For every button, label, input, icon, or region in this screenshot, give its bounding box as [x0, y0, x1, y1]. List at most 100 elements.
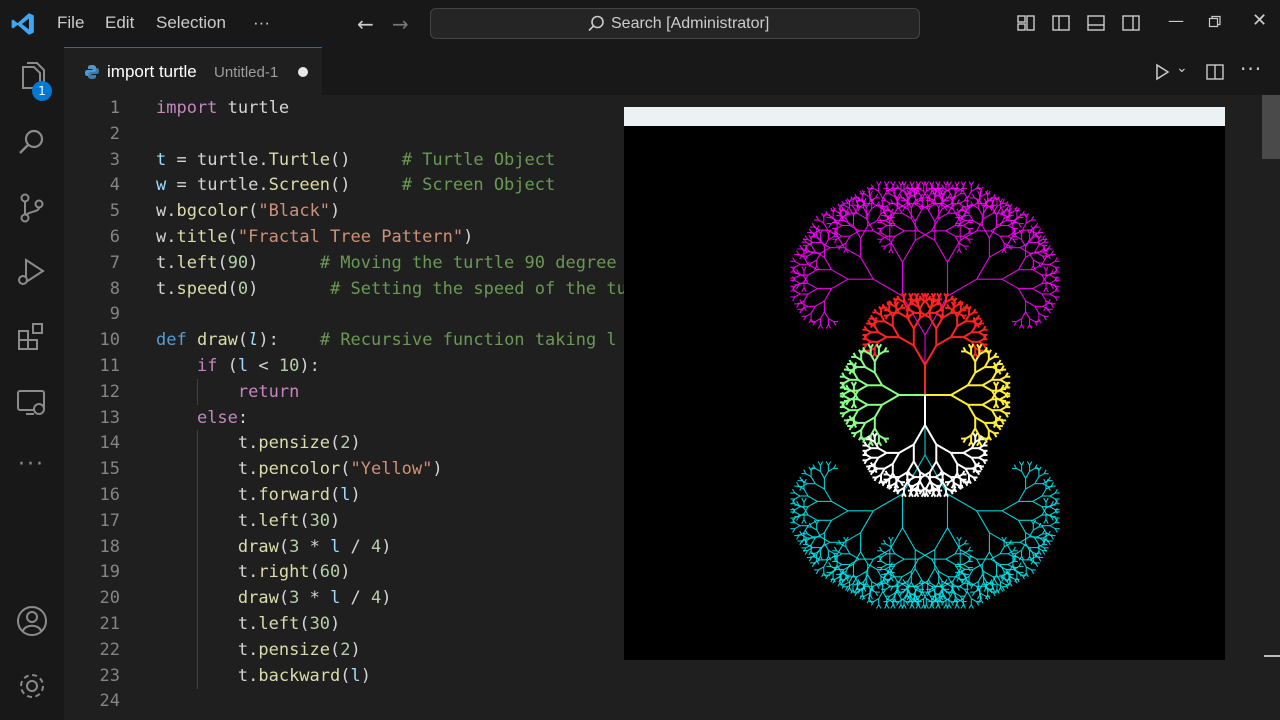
line-number: 7	[109, 252, 120, 273]
line-number: 9	[109, 304, 120, 325]
explorer-badge: 1	[32, 81, 52, 101]
close-icon[interactable]: ✕	[1252, 10, 1267, 31]
code-token: )	[350, 639, 361, 660]
menu-selection[interactable]: Selection	[156, 13, 226, 33]
minimize-icon[interactable]: —	[1168, 11, 1184, 30]
extensions-icon[interactable]	[14, 319, 50, 355]
more-icon[interactable]: ···	[18, 452, 45, 477]
line-number: 19	[99, 562, 120, 583]
code-token: t.	[156, 485, 259, 505]
code-token: Screen	[268, 175, 331, 196]
code-token: (	[227, 278, 238, 299]
code-token: )	[360, 665, 371, 686]
code-text: def draw(l): # Recursive function taking…	[156, 327, 617, 353]
line-number: 2	[109, 123, 120, 144]
tab-title: import turtle	[107, 62, 197, 81]
code-token: l	[248, 330, 259, 351]
code-token: backward	[258, 665, 341, 686]
code-token: =	[166, 149, 197, 170]
restore-icon[interactable]	[1208, 15, 1222, 29]
run-python-file-icon[interactable]	[1152, 62, 1172, 82]
run-dropdown-chevron-icon[interactable]: ⌄	[1176, 60, 1188, 76]
code-token: speed	[176, 278, 228, 299]
account-icon[interactable]	[14, 603, 50, 639]
command-center-search[interactable]: Search [Administrator]	[430, 8, 920, 39]
code-token: ):	[258, 330, 320, 351]
code-token: ()	[330, 175, 402, 196]
code-token: /	[340, 536, 372, 557]
code-token: )	[463, 227, 474, 247]
menu-file[interactable]: File	[57, 13, 84, 33]
code-token: title	[176, 227, 228, 247]
line-number: 3	[109, 149, 120, 170]
code-token: Turtle	[268, 149, 331, 170]
activity-bar: 1 ···	[0, 47, 64, 720]
indent-guide	[197, 507, 199, 534]
code-token: l	[330, 536, 341, 557]
tab-import-turtle[interactable]: import turtle Untitled-1	[64, 47, 322, 95]
code-token: # Setting the speed of the tu	[330, 278, 627, 299]
line-number: 6	[109, 227, 120, 247]
code-token: 10	[278, 356, 300, 376]
toggle-primary-sidebar-icon[interactable]	[1051, 13, 1071, 33]
search-icon[interactable]	[14, 125, 50, 161]
code-token: )	[350, 433, 361, 454]
code-line[interactable]: 24	[64, 688, 1264, 714]
toggle-panel-icon[interactable]	[1086, 13, 1106, 33]
code-token: =	[166, 175, 197, 196]
line-number: 18	[99, 536, 120, 557]
code-text: t.forward(l)	[156, 482, 361, 508]
code-text: t.left(90) # Moving the turtle 90 degree	[156, 250, 617, 276]
indent-guide	[197, 585, 199, 612]
code-token: return	[237, 381, 300, 402]
code-token: t.	[156, 562, 259, 583]
code-text: t.right(60)	[156, 559, 351, 585]
code-token: 3	[289, 536, 300, 557]
code-token: w.	[156, 201, 177, 222]
code-token: l	[350, 665, 361, 686]
code-text: return	[156, 379, 299, 405]
source-control-icon[interactable]	[14, 190, 50, 226]
turtle-graphics-window[interactable]	[624, 107, 1225, 660]
go-back-icon[interactable]: ←	[357, 12, 374, 36]
code-token: )	[350, 485, 361, 505]
code-text: if (l < 10):	[156, 353, 320, 379]
code-token: right	[258, 562, 310, 583]
code-token: def	[156, 330, 187, 351]
toggle-secondary-sidebar-icon[interactable]	[1121, 13, 1141, 33]
indent-guide	[197, 378, 199, 405]
menu-more[interactable]: ···	[253, 13, 270, 33]
code-token: 2	[340, 433, 351, 454]
tab-description: Untitled-1	[214, 64, 279, 81]
run-debug-icon[interactable]	[14, 254, 50, 290]
code-token: *	[299, 536, 331, 557]
code-token: (	[227, 227, 238, 247]
code-token: l	[237, 356, 249, 376]
code-token: bgcolor	[176, 201, 249, 222]
code-token: else	[196, 407, 238, 428]
code-token: t.	[156, 433, 259, 454]
more-actions-icon[interactable]: ···	[1240, 57, 1262, 81]
code-token: # Screen Object	[401, 175, 556, 196]
code-text: t.left(30)	[156, 508, 340, 534]
code-token: 30	[309, 510, 331, 531]
go-forward-icon[interactable]: →	[392, 12, 409, 36]
menu-edit[interactable]: Edit	[105, 13, 134, 33]
unsaved-dot-icon[interactable]	[298, 67, 308, 77]
settings-gear-icon[interactable]	[14, 668, 50, 704]
code-text: t.backward(l)	[156, 663, 371, 689]
code-token: ):	[299, 356, 320, 376]
indent-guide	[197, 636, 199, 663]
indent-guide	[197, 533, 199, 560]
split-editor-icon[interactable]	[1205, 62, 1225, 82]
layout-icon[interactable]	[1016, 13, 1036, 33]
remote-explorer-icon[interactable]	[14, 385, 50, 421]
code-text: w.title("Fractal Tree Pattern")	[156, 224, 473, 250]
code-token: 3	[289, 588, 300, 609]
editor-scrollbar[interactable]	[1262, 95, 1280, 159]
code-token: (	[309, 562, 320, 583]
code-line[interactable]: 23 t.backward(l)	[64, 662, 1264, 689]
turtle-window-titlebar[interactable]	[624, 107, 1225, 126]
vscode-logo-icon	[11, 13, 34, 35]
